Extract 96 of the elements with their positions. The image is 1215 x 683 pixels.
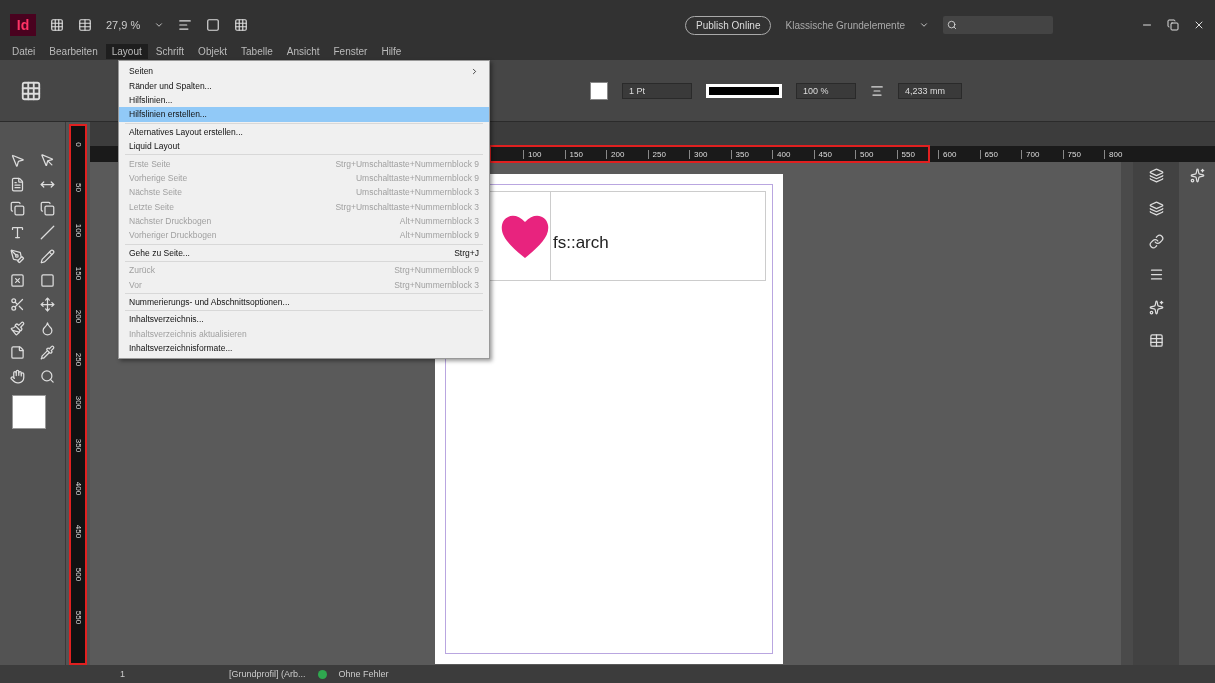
- ruler-label: 250: [647, 149, 689, 159]
- align-icon[interactable]: [870, 83, 884, 98]
- ruler-label: 500: [72, 569, 84, 580]
- ruler-label: 50: [72, 182, 84, 193]
- view-options-icon[interactable]: [178, 18, 193, 32]
- layers-icon[interactable]: [1148, 201, 1164, 216]
- page-number[interactable]: 1: [120, 669, 125, 679]
- menu-item[interactable]: Layout: [105, 43, 148, 59]
- collector-icon[interactable]: [10, 201, 25, 216]
- rectangle-icon[interactable]: [40, 273, 55, 288]
- ruler-label: 200: [72, 311, 84, 322]
- ruler-label: 300: [72, 397, 84, 408]
- line-icon[interactable]: [40, 225, 55, 240]
- restore-icon[interactable]: [1167, 19, 1179, 31]
- profile-label[interactable]: [Grundprofil] (Arb...: [229, 669, 306, 679]
- scale-field[interactable]: 100 %: [796, 82, 856, 99]
- ruler-label: 250: [72, 354, 84, 365]
- menu-item[interactable]: Schrift: [149, 43, 191, 59]
- eyedropper-icon[interactable]: [40, 345, 55, 360]
- pen-icon[interactable]: [10, 249, 25, 264]
- menu-item[interactable]: Gehe zu Seite... Strg+J: [119, 245, 489, 261]
- ruler-label: 350: [72, 440, 84, 451]
- ruler-label: 100: [523, 149, 565, 159]
- stroke-icon[interactable]: [1148, 267, 1164, 282]
- type-icon[interactable]: [10, 225, 25, 240]
- search-icon: [947, 20, 957, 30]
- transform-icon[interactable]: [40, 297, 55, 312]
- submenu-icon: [470, 66, 479, 76]
- placer-icon[interactable]: [40, 201, 55, 216]
- menu-item[interactable]: Inhaltsverzeichnis...: [119, 312, 489, 327]
- page-icon[interactable]: [10, 177, 25, 192]
- menu-item[interactable]: Hilfslinien...: [119, 92, 489, 108]
- menu-item[interactable]: Seiten: [119, 64, 489, 79]
- pointer-icon[interactable]: [40, 153, 55, 168]
- ruler-label: 400: [772, 149, 814, 159]
- ruler-label: 800: [1104, 149, 1146, 159]
- stroke-weight-field[interactable]: 1 Pt: [622, 82, 692, 99]
- scissors-icon[interactable]: [10, 297, 25, 312]
- caret-icon[interactable]: [154, 20, 165, 30]
- ruler-label: 750: [1062, 149, 1104, 159]
- ruler-label: 0: [72, 141, 84, 149]
- ruler-label: 100: [72, 225, 84, 236]
- brush-icon[interactable]: [10, 321, 25, 336]
- menu-item[interactable]: Hilfslinien erstellen...: [119, 107, 489, 122]
- menu-item[interactable]: Ansicht: [280, 43, 326, 59]
- ruler-label: 500: [855, 149, 897, 159]
- pages-icon[interactable]: [1148, 168, 1164, 183]
- droplet-icon[interactable]: [40, 321, 55, 336]
- preflight-status[interactable]: Ohne Fehler: [338, 669, 389, 679]
- status-dot-icon: [317, 669, 327, 679]
- zoom-icon[interactable]: [40, 369, 55, 384]
- screen-mode-icon[interactable]: [206, 18, 221, 32]
- zoom-level[interactable]: 27,9 %: [106, 19, 141, 31]
- reference-point-icon[interactable]: [20, 79, 42, 102]
- menu-item[interactable]: Bearbeiten: [43, 43, 104, 59]
- menu-item[interactable]: Liquid Layout: [119, 138, 489, 154]
- workspace-switcher[interactable]: Klassische Grundelemente: [785, 19, 905, 31]
- cc-libraries-icon[interactable]: [1189, 168, 1205, 183]
- ruler-label: 150: [72, 268, 84, 279]
- selection-icon[interactable]: [10, 153, 25, 168]
- menu-item[interactable]: Tabelle: [235, 43, 279, 59]
- menu-item[interactable]: Fenster: [327, 43, 374, 59]
- fill-stroke-swatch[interactable]: [11, 395, 46, 429]
- ruler-label: 550: [72, 612, 84, 623]
- search-field[interactable]: [943, 16, 1053, 34]
- ruler-label: 350: [730, 149, 772, 159]
- hand-icon[interactable]: [10, 369, 25, 384]
- ruler-label: 450: [72, 526, 84, 537]
- caret-icon[interactable]: [919, 20, 929, 30]
- ruler-label: 550: [896, 149, 938, 159]
- ruler-label: 150: [564, 149, 606, 159]
- note-icon[interactable]: [10, 345, 25, 360]
- ruler-label: 400: [72, 483, 84, 494]
- menu-item[interactable]: Objekt: [192, 43, 233, 59]
- menu-item[interactable]: Ränder und Spalten...: [119, 78, 489, 93]
- close-icon[interactable]: [1193, 19, 1205, 31]
- effects-icon[interactable]: [1148, 300, 1164, 315]
- menu-item[interactable]: Nummerierungs- und Abschnittsoptionen...: [119, 294, 489, 310]
- menu-item[interactable]: Inhaltsverzeichnisformate...: [119, 341, 489, 356]
- ruler-label: 450: [813, 149, 855, 159]
- app-logo: Id: [10, 14, 36, 36]
- menu-item[interactable]: Datei: [6, 43, 42, 59]
- swatches-icon[interactable]: [1148, 333, 1164, 348]
- ruler-label: 650: [979, 149, 1021, 159]
- offset-field[interactable]: 4,233 mm: [898, 82, 962, 99]
- frame-icon[interactable]: [10, 273, 25, 288]
- logo-text: fs::arch: [553, 233, 609, 253]
- menu-item[interactable]: Hilfe: [375, 43, 408, 59]
- ruler-label: 300: [689, 149, 731, 159]
- ruler-label: 600: [938, 149, 980, 159]
- links-icon[interactable]: [1148, 234, 1164, 249]
- ruler-label: 200: [606, 149, 648, 159]
- stroke-style-field[interactable]: [706, 83, 782, 98]
- ruler-label: 700: [1021, 149, 1063, 159]
- fill-swatch[interactable]: [590, 81, 608, 100]
- pencil-icon[interactable]: [40, 249, 55, 264]
